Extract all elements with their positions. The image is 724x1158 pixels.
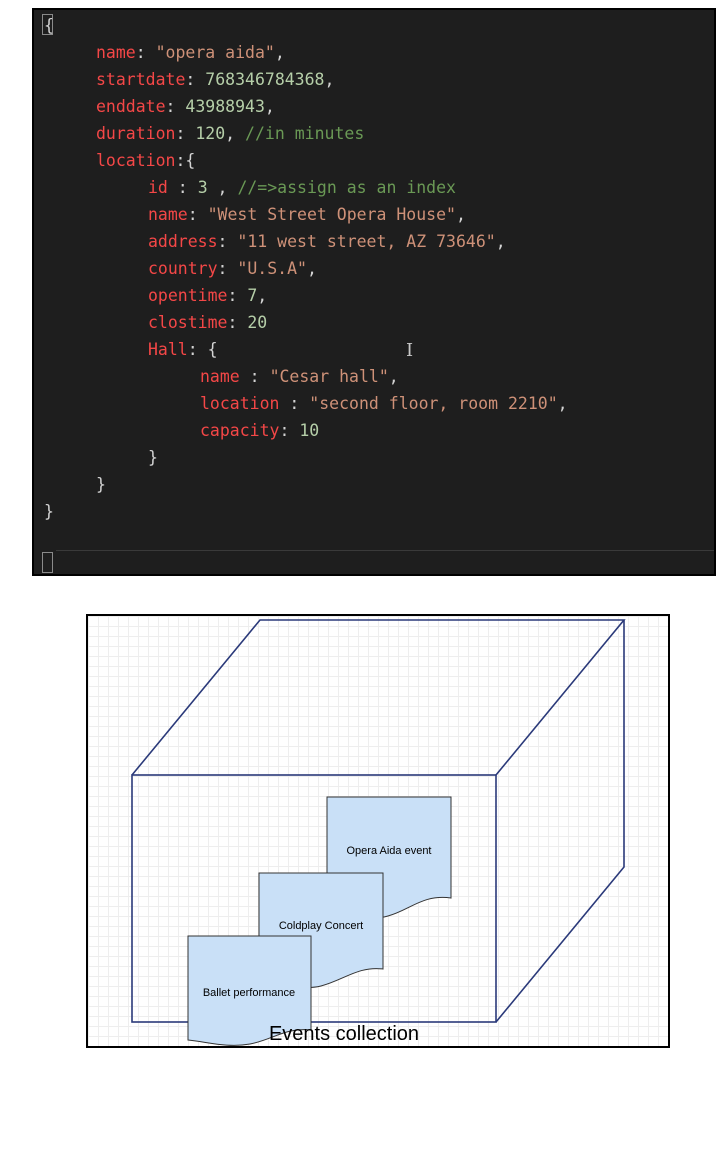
code-token: , — [557, 394, 568, 413]
code-token: 43988943 — [185, 97, 265, 116]
document-label: Coldplay Concert — [279, 920, 363, 932]
code-line: country: "U.S.A", — [148, 255, 317, 282]
code-token: : — [217, 232, 238, 251]
document-label: Opera Aida event — [346, 845, 431, 857]
code-line: location : "second floor, room 2210", — [200, 390, 568, 417]
code-token: capacity — [200, 421, 280, 440]
code-token: : — [167, 178, 198, 197]
code-token: } — [96, 475, 106, 494]
code-token: location — [96, 151, 176, 170]
code-line: capacity: 10 — [200, 417, 319, 444]
code-token: , — [274, 43, 285, 62]
code-token: 3 — [197, 178, 208, 197]
code-token: duration — [96, 124, 176, 143]
code-token: enddate — [96, 97, 166, 116]
code-token: , — [207, 178, 238, 197]
code-token: 10 — [299, 421, 320, 440]
code-token: name — [200, 367, 240, 386]
code-token: Hall — [148, 340, 188, 359]
code-token: , — [495, 232, 506, 251]
code-token: } — [148, 448, 158, 467]
code-token: 120 — [195, 124, 226, 143]
code-token: : — [279, 421, 300, 440]
diagram-caption: Events collection — [269, 1023, 419, 1045]
code-token: : — [187, 205, 208, 224]
code-line: name: "opera aida", — [96, 39, 285, 66]
code-line: location:{ — [96, 147, 195, 174]
cube-top-face — [131, 619, 626, 776]
code-line: duration: 120, //in minutes — [96, 120, 364, 147]
code-token: :{ — [175, 151, 196, 170]
code-token: country — [148, 259, 218, 278]
code-token: "11 west street, AZ 73646" — [237, 232, 496, 251]
code-token: opentime — [148, 286, 228, 305]
code-line: name : "Cesar hall", — [200, 363, 399, 390]
code-line: opentime: 7, — [148, 282, 267, 309]
document-label: Ballet performance — [203, 987, 295, 999]
code-line: address: "11 west street, AZ 73646", — [148, 228, 506, 255]
code-line: } — [148, 444, 158, 471]
code-token: , — [455, 205, 466, 224]
cube-side-face — [495, 620, 625, 1023]
code-token: //=>assign as an index — [237, 178, 456, 197]
code-token: : — [185, 70, 206, 89]
code-token: : — [135, 43, 156, 62]
code-line: } — [44, 498, 54, 525]
code-token: location — [200, 394, 280, 413]
code-token: "Cesar hall" — [269, 367, 389, 386]
code-line: Hall: { — [148, 336, 218, 363]
code-line: clostime: 20 — [148, 309, 267, 336]
code-token: clostime — [148, 313, 228, 332]
code-line: name: "West Street Opera House", — [148, 201, 466, 228]
diagram-canvas: Opera Aida event Coldplay Concert Ballet… — [131, 619, 626, 1046]
code-token: { — [44, 16, 54, 35]
code-token: "second floor, room 2210" — [309, 394, 558, 413]
code-token: : — [227, 313, 248, 332]
code-token: "U.S.A" — [237, 259, 307, 278]
code-token: name — [148, 205, 188, 224]
text-cursor-icon: I — [406, 340, 414, 361]
code-token: name — [96, 43, 136, 62]
code-token: , — [264, 97, 275, 116]
events-collection-diagram: Opera Aida event Coldplay Concert Ballet… — [86, 614, 670, 1048]
code-token: , — [324, 70, 335, 89]
code-line: enddate: 43988943, — [96, 93, 275, 120]
code-token: , — [388, 367, 399, 386]
code-token: , — [257, 286, 268, 305]
code-token: : — [239, 367, 270, 386]
code-token: 7 — [247, 286, 258, 305]
code-token: : — [217, 259, 238, 278]
code-token: 20 — [247, 313, 268, 332]
code-line: id : 3 , //=>assign as an index — [148, 174, 456, 201]
code-token: address — [148, 232, 218, 251]
code-token: //in minutes — [245, 124, 365, 143]
code-line: } — [96, 471, 106, 498]
code-token: "opera aida" — [155, 43, 275, 62]
code-line: { — [44, 12, 54, 39]
code-token: startdate — [96, 70, 186, 89]
code-editor-panel: {name: "opera aida", startdate: 768346784… — [32, 8, 716, 576]
code-token: id — [148, 178, 168, 197]
code-token: , — [306, 259, 317, 278]
code-token: : — [279, 394, 310, 413]
code-token: : — [175, 124, 196, 143]
code-token: : { — [187, 340, 218, 359]
code-token: "West Street Opera House" — [207, 205, 456, 224]
code-line: startdate: 768346784368, — [96, 66, 334, 93]
code-token: 768346784368 — [205, 70, 325, 89]
code-lines: {name: "opera aida", startdate: 768346784… — [34, 10, 714, 574]
code-token: , — [225, 124, 246, 143]
code-token: : — [227, 286, 248, 305]
code-token: : — [165, 97, 186, 116]
code-token: } — [44, 502, 54, 521]
